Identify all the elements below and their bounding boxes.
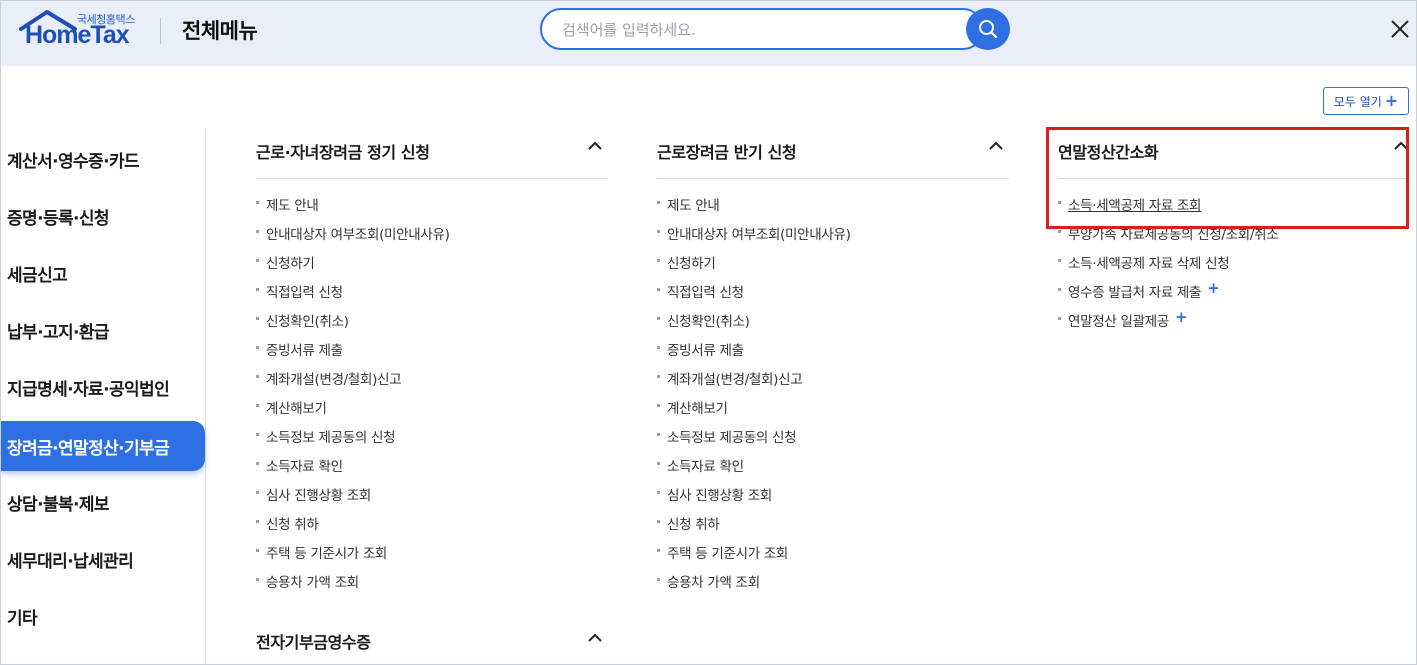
section-title: 연말정산간소화 <box>1058 143 1159 162</box>
menu-item[interactable]: 제도 안내 <box>657 194 1009 223</box>
expand-plus-icon[interactable]: + <box>1175 310 1188 325</box>
open-all-button[interactable]: 모두 열기 + <box>1323 87 1409 115</box>
menu-item[interactable]: 주택 등 기준시가 조회 <box>256 542 608 571</box>
section-header[interactable]: 연말정산간소화 <box>1058 131 1410 179</box>
menu-item[interactable]: 신청하기 <box>657 252 1009 281</box>
chevron-up-icon[interactable] <box>989 141 1003 151</box>
menu-item[interactable]: 소득자료 확인 <box>657 455 1009 484</box>
close-icon <box>1391 20 1409 38</box>
chevron-up-icon[interactable] <box>588 633 602 643</box>
menu-item[interactable]: 직접입력 신청 <box>256 281 608 310</box>
hometax-logo[interactable]: 국세청홈택스 HomeTax <box>19 9 141 51</box>
menu-item[interactable]: 제도 안내 <box>256 194 608 223</box>
menu-item[interactable]: 승용차 가액 조회 <box>657 571 1009 600</box>
menu-item[interactable]: 안내대상자 여부조회(미안내사유) <box>657 223 1009 252</box>
menu-item[interactable]: 연말정산 일괄제공 + <box>1058 310 1410 339</box>
section-title: 근로·자녀장려금 정기 신청 <box>256 143 430 162</box>
search-icon <box>979 20 998 39</box>
menu-item[interactable]: 안내대상자 여부조회(미안내사유) <box>256 223 608 252</box>
plus-icon: + <box>1384 91 1399 110</box>
close-button[interactable] <box>1387 16 1413 42</box>
sidebar-item-payment-refund[interactable]: 납부·고지·환급 <box>1 305 205 355</box>
section-header[interactable]: 근로장려금 반기 신청 <box>657 131 1009 179</box>
menu-item[interactable]: 신청확인(취소) <box>256 310 608 339</box>
menu-item[interactable]: 영수증 발급처 자료 제출 + <box>1058 281 1410 310</box>
sidebar-item-incentive-yearend-donation[interactable]: 장려금·연말정산·기부금 <box>1 421 205 471</box>
section-title: 근로장려금 반기 신청 <box>657 143 797 162</box>
menu-column-yearend-simplified: 연말정산간소화 소득·세액공제 자료 조회 부양가족 자료제공동의 신청/조회/… <box>1058 131 1410 339</box>
menu-item[interactable]: 부양가족 자료제공동의 신청/조회/취소 <box>1058 223 1410 252</box>
menu-item[interactable]: 소득정보 제공동의 신청 <box>256 426 608 455</box>
expand-plus-icon[interactable]: + <box>1207 281 1220 296</box>
menu-item[interactable]: 소득정보 제공동의 신청 <box>657 426 1009 455</box>
sidebar-item-certificate-registration[interactable]: 증명·등록·신청 <box>1 191 205 241</box>
sidebar: 계산서·영수증·카드 증명·등록·신청 세금신고 납부·고지·환급 지급명세·자… <box>1 131 206 664</box>
menu-item[interactable]: 계산해보기 <box>657 397 1009 426</box>
menu-item[interactable]: 증빙서류 제출 <box>256 339 608 368</box>
section-title: 전자기부금영수증 <box>256 633 371 652</box>
menu-item[interactable]: 승용차 가액 조회 <box>256 571 608 600</box>
menu-column-regular-incentive: 근로·자녀장려금 정기 신청 제도 안내 안내대상자 여부조회(미안내사유) 신… <box>256 131 608 600</box>
menu-item-deduction-data-lookup[interactable]: 소득·세액공제 자료 조회 <box>1058 194 1410 223</box>
header: 국세청홈택스 HomeTax 전체메뉴 <box>1 1 1416 66</box>
menu-item[interactable]: 소득·세액공제 자료 삭제 신청 <box>1058 252 1410 281</box>
logo-text: HomeTax <box>25 21 130 49</box>
menu-item[interactable]: 주택 등 기준시가 조회 <box>657 542 1009 571</box>
menu-item[interactable]: 직접입력 신청 <box>657 281 1009 310</box>
search-button[interactable] <box>966 8 1010 50</box>
menu-item[interactable]: 신청확인(취소) <box>657 310 1009 339</box>
menu-item[interactable]: 계산해보기 <box>256 397 608 426</box>
menu-item[interactable]: 계좌개설(변경/철회)신고 <box>256 368 608 397</box>
menu-item[interactable]: 신청하기 <box>256 252 608 281</box>
menu-item[interactable]: 심사 진행상황 조회 <box>657 484 1009 513</box>
sidebar-item-etc[interactable]: 기타 <box>1 591 205 641</box>
full-menu-page: 국세청홈택스 HomeTax 전체메뉴 모두 열기 + 계산서·영수증·카드 증… <box>0 0 1417 665</box>
page-title: 전체메뉴 <box>182 19 258 43</box>
search-input[interactable] <box>562 19 942 41</box>
sidebar-item-consultation-appeal[interactable]: 상담·불복·제보 <box>1 477 205 527</box>
open-all-label: 모두 열기 <box>1333 94 1382 109</box>
sidebar-item-tax-agent[interactable]: 세무대리·납세관리 <box>1 534 205 584</box>
menu-list: 소득·세액공제 자료 조회 부양가족 자료제공동의 신청/조회/취소 소득·세액… <box>1058 194 1410 339</box>
header-divider <box>160 18 161 44</box>
menu-list: 제도 안내 안내대상자 여부조회(미안내사유) 신청하기 직접입력 신청 신청확… <box>657 194 1009 600</box>
section-header[interactable]: 전자기부금영수증 <box>256 623 608 664</box>
menu-item[interactable]: 계좌개설(변경/철회)신고 <box>657 368 1009 397</box>
sidebar-item-invoice-receipt-card[interactable]: 계산서·영수증·카드 <box>1 134 205 184</box>
menu-item[interactable]: 신청 취하 <box>256 513 608 542</box>
section-header[interactable]: 근로·자녀장려금 정기 신청 <box>256 131 608 179</box>
sidebar-item-tax-return[interactable]: 세금신고 <box>1 248 205 298</box>
menu-item[interactable]: 신청 취하 <box>657 513 1009 542</box>
menu-item[interactable]: 소득자료 확인 <box>256 455 608 484</box>
chevron-up-icon[interactable] <box>1394 141 1408 151</box>
menu-item[interactable]: 증빙서류 제출 <box>657 339 1009 368</box>
menu-list: 제도 안내 안내대상자 여부조회(미안내사유) 신청하기 직접입력 신청 신청확… <box>256 194 608 600</box>
menu-column-half-year-incentive: 근로장려금 반기 신청 제도 안내 안내대상자 여부조회(미안내사유) 신청하기… <box>657 131 1009 600</box>
chevron-up-icon[interactable] <box>588 141 602 151</box>
search-box <box>540 8 984 50</box>
sidebar-item-statement-data[interactable]: 지급명세·자료·공익법인 <box>1 362 205 412</box>
menu-column-donation-receipt: 전자기부금영수증 <box>256 623 608 664</box>
menu-item[interactable]: 심사 진행상황 조회 <box>256 484 608 513</box>
